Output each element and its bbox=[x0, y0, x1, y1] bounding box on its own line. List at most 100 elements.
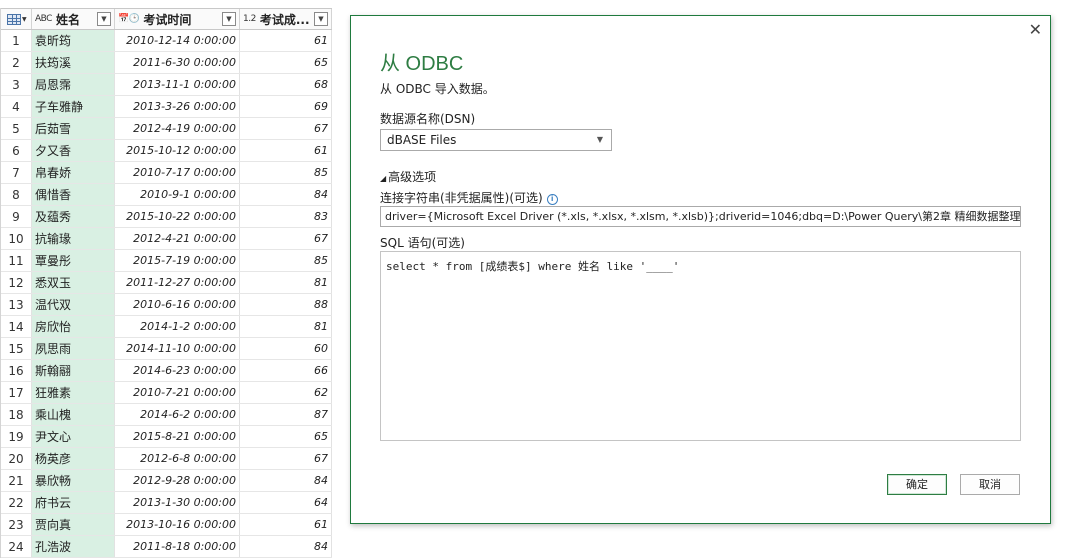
cell-exam-score[interactable]: 61 bbox=[240, 140, 332, 161]
table-row[interactable]: 4 子车雅静 2013-3-26 0:00:00 69 bbox=[1, 96, 332, 118]
cell-name[interactable]: 偶惜香 bbox=[32, 184, 115, 205]
cell-exam-time[interactable]: 2014-11-10 0:00:00 bbox=[115, 338, 240, 359]
cell-exam-score[interactable]: 88 bbox=[240, 294, 332, 315]
cell-exam-time[interactable]: 2010-7-17 0:00:00 bbox=[115, 162, 240, 183]
cell-exam-score[interactable]: 62 bbox=[240, 382, 332, 403]
cell-exam-score[interactable]: 69 bbox=[240, 96, 332, 117]
cell-name[interactable]: 子车雅静 bbox=[32, 96, 115, 117]
cell-exam-score[interactable]: 61 bbox=[240, 514, 332, 535]
cell-exam-time[interactable]: 2013-11-1 0:00:00 bbox=[115, 74, 240, 95]
table-row[interactable]: 9 及蕴秀 2015-10-22 0:00:00 83 bbox=[1, 206, 332, 228]
table-row[interactable]: 12 悉双玉 2011-12-27 0:00:00 81 bbox=[1, 272, 332, 294]
table-row[interactable]: 5 后茹雪 2012-4-19 0:00:00 67 bbox=[1, 118, 332, 140]
cell-name[interactable]: 温代双 bbox=[32, 294, 115, 315]
cell-exam-time[interactable]: 2010-6-16 0:00:00 bbox=[115, 294, 240, 315]
cell-exam-time[interactable]: 2011-12-27 0:00:00 bbox=[115, 272, 240, 293]
cell-name[interactable]: 贾向真 bbox=[32, 514, 115, 535]
cell-exam-score[interactable]: 84 bbox=[240, 184, 332, 205]
filter-dropdown-icon[interactable]: ▼ bbox=[222, 12, 236, 26]
filter-dropdown-icon[interactable]: ▼ bbox=[97, 12, 111, 26]
table-row[interactable]: 23 贾向真 2013-10-16 0:00:00 61 bbox=[1, 514, 332, 536]
cell-exam-time[interactable]: 2013-3-26 0:00:00 bbox=[115, 96, 240, 117]
cell-exam-time[interactable]: 2012-9-28 0:00:00 bbox=[115, 470, 240, 491]
cell-exam-score[interactable]: 66 bbox=[240, 360, 332, 381]
table-row[interactable]: 3 局恩霈 2013-11-1 0:00:00 68 bbox=[1, 74, 332, 96]
cell-exam-time[interactable]: 2010-9-1 0:00:00 bbox=[115, 184, 240, 205]
cell-exam-time[interactable]: 2015-8-21 0:00:00 bbox=[115, 426, 240, 447]
column-header-time[interactable]: 📅🕒 考试时间 ▼ bbox=[115, 9, 240, 29]
advanced-options-toggle[interactable]: ◢ 高级选项 bbox=[380, 168, 436, 185]
cell-name[interactable]: 袁昕筠 bbox=[32, 30, 115, 51]
info-icon[interactable]: i bbox=[546, 194, 558, 205]
table-row[interactable]: 11 覃曼彤 2015-7-19 0:00:00 85 bbox=[1, 250, 332, 272]
cell-exam-time[interactable]: 2012-4-21 0:00:00 bbox=[115, 228, 240, 249]
table-row[interactable]: 2 扶筠溪 2011-6-30 0:00:00 65 bbox=[1, 52, 332, 74]
table-row[interactable]: 13 温代双 2010-6-16 0:00:00 88 bbox=[1, 294, 332, 316]
cell-name[interactable]: 暴欣畅 bbox=[32, 470, 115, 491]
table-row[interactable]: 15 夙思雨 2014-11-10 0:00:00 60 bbox=[1, 338, 332, 360]
cell-exam-score[interactable]: 64 bbox=[240, 492, 332, 513]
cell-exam-time[interactable]: 2015-10-22 0:00:00 bbox=[115, 206, 240, 227]
cell-name[interactable]: 府书云 bbox=[32, 492, 115, 513]
table-row[interactable]: 24 孔浩波 2011-8-18 0:00:00 84 bbox=[1, 536, 332, 558]
cell-exam-time[interactable]: 2013-1-30 0:00:00 bbox=[115, 492, 240, 513]
table-row[interactable]: 21 暴欣畅 2012-9-28 0:00:00 84 bbox=[1, 470, 332, 492]
cell-exam-time[interactable]: 2013-10-16 0:00:00 bbox=[115, 514, 240, 535]
table-row[interactable]: 18 乘山槐 2014-6-2 0:00:00 87 bbox=[1, 404, 332, 426]
cell-name[interactable]: 覃曼彤 bbox=[32, 250, 115, 271]
table-row[interactable]: 17 狂雅素 2010-7-21 0:00:00 62 bbox=[1, 382, 332, 404]
cell-name[interactable]: 抗输瑑 bbox=[32, 228, 115, 249]
cell-name[interactable]: 乘山槐 bbox=[32, 404, 115, 425]
cell-exam-score[interactable]: 81 bbox=[240, 272, 332, 293]
cell-name[interactable]: 悉双玉 bbox=[32, 272, 115, 293]
cell-name[interactable]: 尹文心 bbox=[32, 426, 115, 447]
table-row[interactable]: 7 帛春娇 2010-7-17 0:00:00 85 bbox=[1, 162, 332, 184]
cell-exam-time[interactable]: 2012-6-8 0:00:00 bbox=[115, 448, 240, 469]
cell-name[interactable]: 孔浩波 bbox=[32, 536, 115, 557]
cell-name[interactable]: 帛春娇 bbox=[32, 162, 115, 183]
cell-name[interactable]: 局恩霈 bbox=[32, 74, 115, 95]
cell-exam-score[interactable]: 61 bbox=[240, 30, 332, 51]
table-row[interactable]: 14 房欣怡 2014-1-2 0:00:00 81 bbox=[1, 316, 332, 338]
cell-exam-score[interactable]: 67 bbox=[240, 448, 332, 469]
table-row[interactable]: 16 斯翰翮 2014-6-23 0:00:00 66 bbox=[1, 360, 332, 382]
cell-name[interactable]: 扶筠溪 bbox=[32, 52, 115, 73]
cell-name[interactable]: 后茹雪 bbox=[32, 118, 115, 139]
cell-name[interactable]: 杨英彦 bbox=[32, 448, 115, 469]
cell-exam-score[interactable]: 84 bbox=[240, 470, 332, 491]
cell-name[interactable]: 夙思雨 bbox=[32, 338, 115, 359]
cell-name[interactable]: 夕又香 bbox=[32, 140, 115, 161]
cell-exam-time[interactable]: 2011-6-30 0:00:00 bbox=[115, 52, 240, 73]
cell-name[interactable]: 狂雅素 bbox=[32, 382, 115, 403]
cell-exam-score[interactable]: 65 bbox=[240, 52, 332, 73]
table-row[interactable]: 22 府书云 2013-1-30 0:00:00 64 bbox=[1, 492, 332, 514]
cell-exam-time[interactable]: 2015-7-19 0:00:00 bbox=[115, 250, 240, 271]
cell-exam-score[interactable]: 60 bbox=[240, 338, 332, 359]
table-row[interactable]: 10 抗输瑑 2012-4-21 0:00:00 67 bbox=[1, 228, 332, 250]
column-header-score[interactable]: 1.2 考试成... ▼ bbox=[240, 9, 332, 29]
filter-dropdown-icon[interactable]: ▼ bbox=[314, 12, 328, 26]
table-row[interactable]: 1 袁昕筠 2010-12-14 0:00:00 61 bbox=[1, 30, 332, 52]
cell-exam-time[interactable]: 2010-12-14 0:00:00 bbox=[115, 30, 240, 51]
cell-exam-score[interactable]: 67 bbox=[240, 228, 332, 249]
table-row[interactable]: 8 偶惜香 2010-9-1 0:00:00 84 bbox=[1, 184, 332, 206]
cell-name[interactable]: 房欣怡 bbox=[32, 316, 115, 337]
cell-exam-score[interactable]: 85 bbox=[240, 162, 332, 183]
cell-exam-score[interactable]: 84 bbox=[240, 536, 332, 557]
cell-exam-score[interactable]: 87 bbox=[240, 404, 332, 425]
close-icon[interactable]: ✕ bbox=[1029, 20, 1042, 40]
table-menu-button[interactable]: ▼ bbox=[1, 9, 32, 29]
cell-name[interactable]: 斯翰翮 bbox=[32, 360, 115, 381]
cell-exam-time[interactable]: 2010-7-21 0:00:00 bbox=[115, 382, 240, 403]
cell-exam-score[interactable]: 85 bbox=[240, 250, 332, 271]
cell-exam-score[interactable]: 68 bbox=[240, 74, 332, 95]
cell-exam-time[interactable]: 2011-8-18 0:00:00 bbox=[115, 536, 240, 557]
cancel-button[interactable]: 取消 bbox=[960, 474, 1020, 495]
cell-exam-time[interactable]: 2014-1-2 0:00:00 bbox=[115, 316, 240, 337]
table-row[interactable]: 20 杨英彦 2012-6-8 0:00:00 67 bbox=[1, 448, 332, 470]
cell-exam-time[interactable]: 2014-6-2 0:00:00 bbox=[115, 404, 240, 425]
column-header-name[interactable]: ABC 姓名 ▼ bbox=[32, 9, 115, 29]
connection-string-input[interactable]: driver={Microsoft Excel Driver (*.xls, *… bbox=[380, 206, 1021, 227]
cell-exam-time[interactable]: 2012-4-19 0:00:00 bbox=[115, 118, 240, 139]
table-row[interactable]: 6 夕又香 2015-10-12 0:00:00 61 bbox=[1, 140, 332, 162]
